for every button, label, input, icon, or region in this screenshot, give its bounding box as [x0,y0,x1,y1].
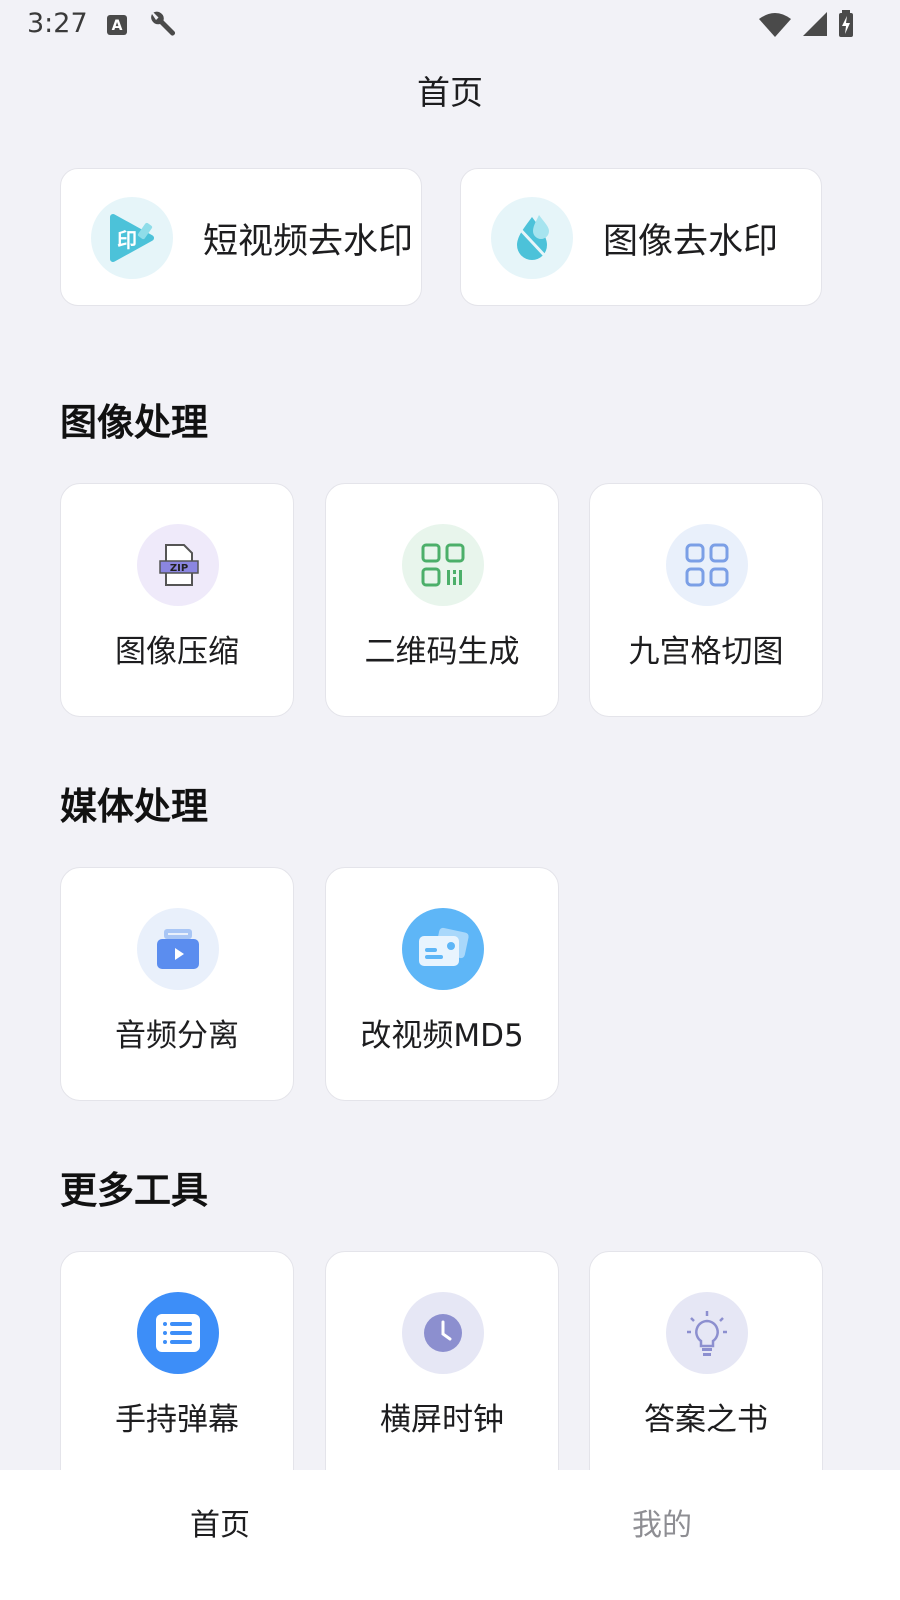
page-title: 首页 [417,73,483,112]
tile-qr-code[interactable]: 二维码生成 [325,483,559,717]
wrench-icon [146,10,176,44]
tile-nine-grid[interactable]: 九宫格切图 [589,483,823,717]
status-time: 3:27 [27,8,88,39]
video-stamp-icon: 印 [91,197,173,279]
tile-image-compress[interactable]: ZIP 图像压缩 [60,483,294,717]
tile-video-md5[interactable]: 改视频MD5 [325,867,559,1101]
short-video-watermark-card[interactable]: 印 短视频去水印 [60,168,422,306]
video-card-icon [402,908,484,990]
signal-icon [802,11,828,41]
qr-code-icon [402,524,484,606]
section-title-more: 更多工具 [60,1169,208,1212]
image-watermark-card[interactable]: 图像去水印 [460,168,822,306]
nav-me-tab[interactable]: 我的 [632,1500,692,1544]
tile-nine-grid-label: 九宫格切图 [628,634,784,670]
svg-text:印: 印 [117,228,137,252]
status-right-icons [758,10,854,42]
tile-book-of-answers-label: 答案之书 [644,1402,768,1438]
svg-text:ZIP: ZIP [170,563,188,574]
tile-qr-code-label: 二维码生成 [364,634,520,670]
tile-landscape-clock-label: 横屏时钟 [380,1402,504,1438]
clock-icon [402,1292,484,1374]
zip-file-icon: ZIP [137,524,219,606]
wifi-icon [758,11,792,41]
audio-video-icon [137,908,219,990]
short-video-watermark-label: 短视频去水印 [203,222,414,262]
section-title-image: 图像处理 [60,401,208,444]
status-left-icons: A [106,10,176,44]
lightbulb-icon [666,1292,748,1374]
svg-text:A: A [112,18,123,34]
list-icon [137,1292,219,1374]
status-bar: 3:27 A [0,0,900,50]
font-icon: A [106,14,128,40]
bottom-nav: 首页 我的 [0,1470,900,1600]
tile-handheld-danmaku-label: 手持弹幕 [115,1402,239,1438]
tile-image-compress-label: 图像压缩 [115,634,239,670]
water-drop-icon [491,197,573,279]
nav-home-tab[interactable]: 首页 [190,1500,250,1544]
grid-icon [666,524,748,606]
tile-video-md5-label: 改视频MD5 [360,1018,524,1054]
tile-audio-separate-label: 音频分离 [115,1018,239,1054]
battery-charging-icon [838,10,854,42]
tile-audio-separate[interactable]: 音频分离 [60,867,294,1101]
image-watermark-label: 图像去水印 [603,222,779,262]
section-title-media: 媒体处理 [60,785,208,828]
